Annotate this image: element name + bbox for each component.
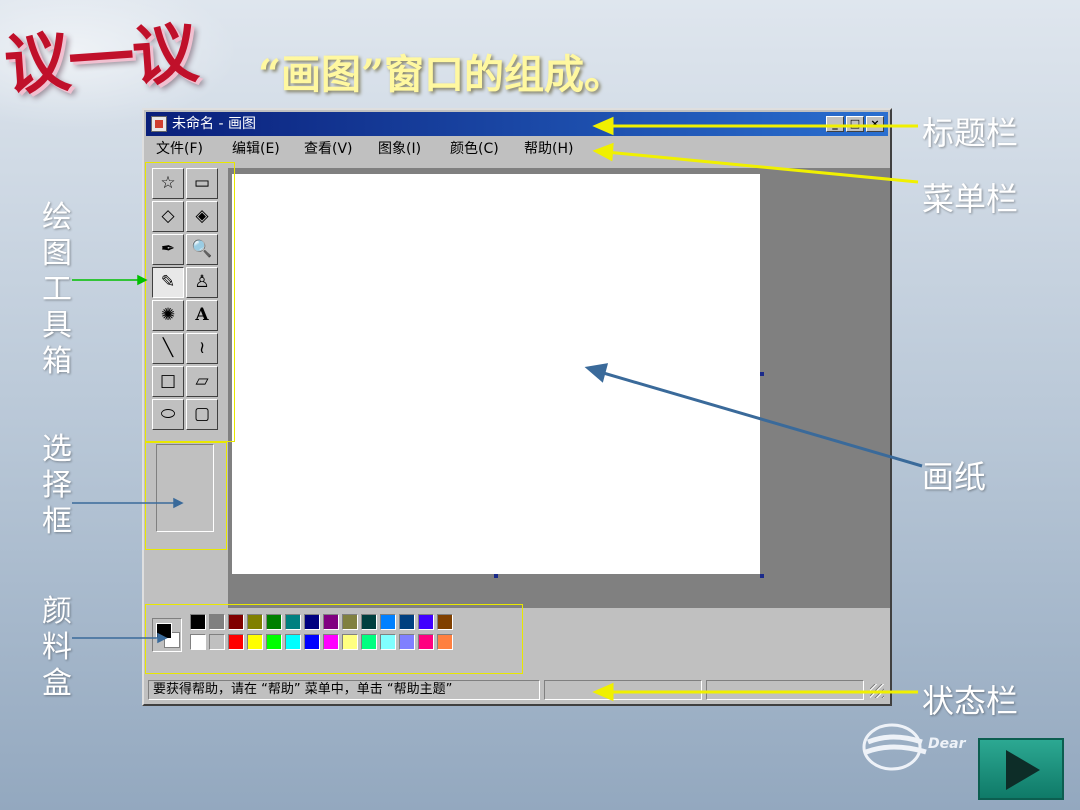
label-title-bar: 标题栏 <box>922 114 1019 152</box>
next-slide-button[interactable] <box>978 738 1064 800</box>
menu-file[interactable]: 文件(F) <box>156 138 203 160</box>
logo-text: Dear <box>928 736 966 752</box>
menu-bar: 文件(F) 编辑(E) 查看(V) 图象(I) 颜色(C) 帮助(H) <box>146 138 888 160</box>
logo: Dear <box>862 722 972 782</box>
drawing-canvas[interactable] <box>232 174 760 574</box>
label-toolbox: 绘图工具箱 <box>42 200 72 379</box>
banner-text: 议一议 <box>1 13 199 105</box>
canvas-resize-handle-bottom[interactable] <box>494 574 498 578</box>
canvas-resize-handle-right[interactable] <box>760 372 764 376</box>
menu-help[interactable]: 帮助(H) <box>524 138 573 160</box>
option-box-highlight <box>145 442 227 550</box>
status-text: 要获得帮助，请在 “帮助” 菜单中，单击 “帮助主题” <box>148 680 540 700</box>
menu-edit[interactable]: 编辑(E) <box>232 138 280 160</box>
canvas-area <box>228 168 890 608</box>
label-option-box: 选择框 <box>42 432 72 539</box>
status-pane-position <box>544 680 702 700</box>
label-color-box: 颜料盒 <box>42 594 72 701</box>
maximize-button[interactable]: □ <box>846 116 864 132</box>
menu-view[interactable]: 查看(V) <box>304 138 353 160</box>
title-bar[interactable]: 未命名 - 画图 _ □ × <box>146 112 888 136</box>
paint-app-icon[interactable] <box>151 116 167 132</box>
canvas-resize-handle-corner[interactable] <box>760 574 764 578</box>
close-button[interactable]: × <box>866 116 884 132</box>
window-title: 未命名 - 画图 <box>172 116 256 132</box>
color-box-highlight <box>145 604 523 674</box>
label-menu-bar: 菜单栏 <box>922 180 1019 218</box>
label-status-bar: 状态栏 <box>922 682 1019 720</box>
status-bar: 要获得帮助，请在 “帮助” 菜单中，单击 “帮助主题” <box>146 678 888 702</box>
resize-grip-icon[interactable] <box>870 684 884 698</box>
menu-image[interactable]: 图象(I) <box>378 138 421 160</box>
logo-waves-icon <box>862 723 927 771</box>
minimize-button[interactable]: _ <box>826 116 844 132</box>
label-canvas: 画纸 <box>922 458 987 496</box>
status-pane-size <box>706 680 864 700</box>
slide-title: “画图”窗口的组成。 <box>258 51 625 98</box>
toolbox-highlight <box>145 162 235 442</box>
menu-colors[interactable]: 颜色(C) <box>450 138 499 160</box>
